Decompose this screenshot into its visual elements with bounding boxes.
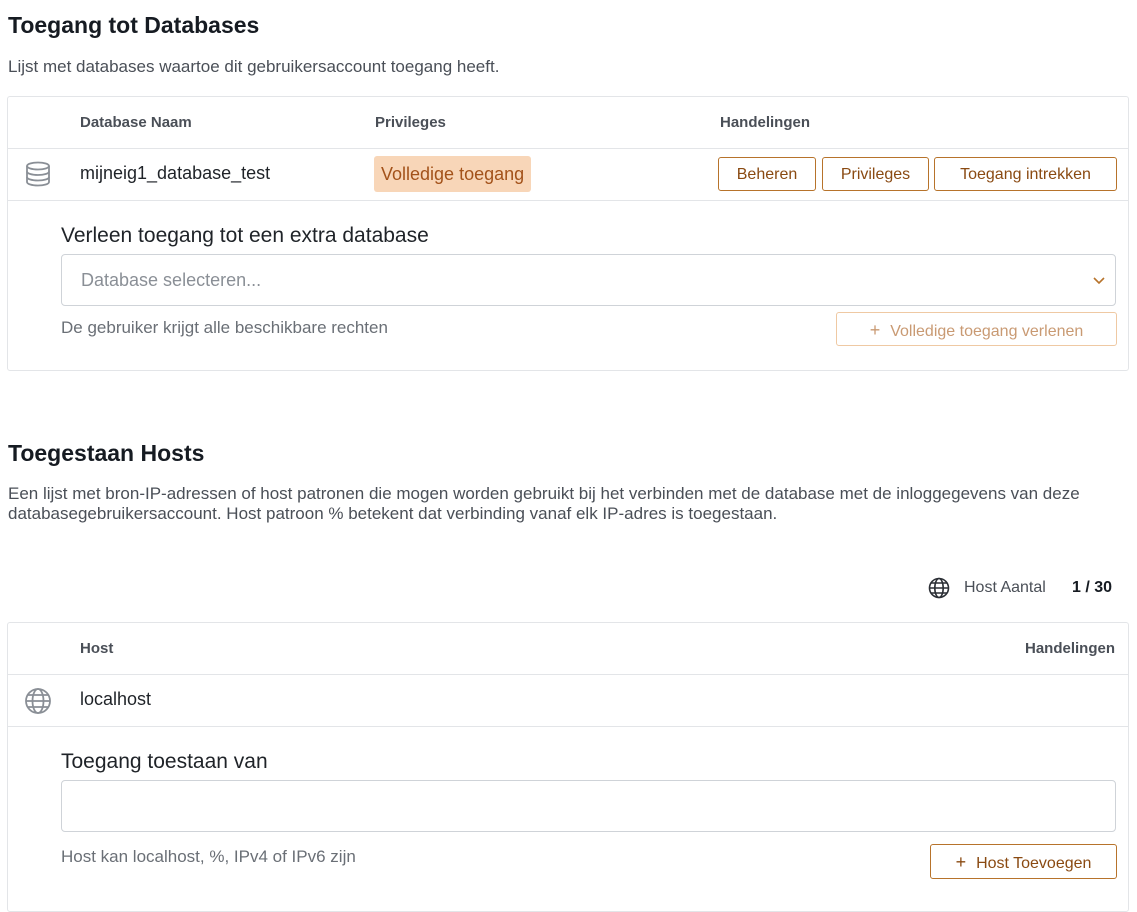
manage-button[interactable]: Beheren xyxy=(718,157,816,191)
host-help-text: Host kan localhost, %, IPv4 of IPv6 zijn xyxy=(61,847,356,866)
grant-full-access-button[interactable]: + Volledige toegang verlenen xyxy=(836,312,1117,346)
add-host-button[interactable]: + Host Toevoegen xyxy=(930,844,1117,879)
databases-panel: Database Naam Privileges Handelingen mij… xyxy=(7,96,1129,371)
grant-help-text: De gebruiker krijgt alle beschikbare rec… xyxy=(61,318,388,337)
database-select[interactable]: Database selecteren... xyxy=(61,254,1116,306)
table-row: mijneig1_database_test Volledige toegang… xyxy=(8,149,1128,200)
host-count-label: Host Aantal xyxy=(964,579,1046,596)
hosts-title: Toegestaan Hosts xyxy=(8,440,205,466)
privileges-button[interactable]: Privileges xyxy=(822,157,929,191)
databases-description: Lijst met databases waartoe dit gebruike… xyxy=(8,57,500,76)
row-divider xyxy=(8,726,1128,727)
host-count-value: 1 / 30 xyxy=(1072,579,1113,596)
column-host-actions: Handelingen xyxy=(1024,640,1115,657)
database-select-placeholder: Database selecteren... xyxy=(81,270,262,290)
database-icon xyxy=(24,160,52,193)
grant-database-label: Verleen toegang tot een extra database xyxy=(61,224,429,247)
host-input[interactable] xyxy=(61,780,1116,832)
grant-full-access-label: Volledige toegang verlenen xyxy=(890,323,1084,340)
column-privileges: Privileges xyxy=(375,114,446,131)
databases-title: Toegang tot Databases xyxy=(8,12,260,38)
plus-icon: + xyxy=(869,320,881,340)
table-row: localhost xyxy=(8,675,1128,726)
column-database-name: Database Naam xyxy=(80,114,192,131)
database-name: mijneig1_database_test xyxy=(80,163,271,183)
row-divider xyxy=(8,200,1128,201)
chevron-down-icon xyxy=(1091,272,1107,293)
hosts-panel: Host Handelingen localhost Toegang toest… xyxy=(7,622,1129,912)
globe-icon xyxy=(24,687,52,720)
allow-access-label: Toegang toestaan van xyxy=(61,750,268,773)
plus-icon: + xyxy=(955,852,967,872)
privilege-badge: Volledige toegang xyxy=(374,156,532,192)
add-host-label: Host Toevoegen xyxy=(976,855,1092,872)
globe-icon xyxy=(928,577,950,604)
column-actions: Handelingen xyxy=(720,114,811,131)
host-name: localhost xyxy=(80,689,152,709)
column-host: Host xyxy=(80,640,114,657)
hosts-description: Een lijst met bron-IP-adressen of host p… xyxy=(8,484,1080,523)
revoke-access-button[interactable]: Toegang intrekken xyxy=(934,157,1117,191)
